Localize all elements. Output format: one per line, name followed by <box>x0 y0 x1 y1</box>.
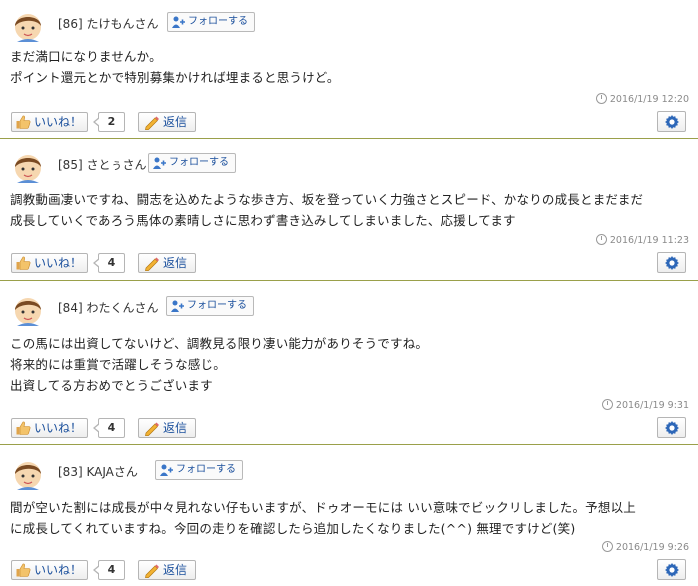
comment-line: 調教動画凄いですね、闘志を込めたような歩き方、坂を登っていく力強さとスピード、か… <box>10 192 644 207</box>
follow-label: フォローする <box>176 464 236 475</box>
settings-button[interactable] <box>657 417 686 438</box>
clock-icon <box>601 541 613 552</box>
reply-button[interactable]: 返信 <box>138 112 196 132</box>
pencil-icon <box>145 564 159 578</box>
comment-line: 出資してる方おめでとうございます <box>10 378 213 393</box>
comment-86: [86] たけもんさん フォローする まだ満口になりませんか。 ポイント還元とか… <box>0 9 698 137</box>
like-button[interactable]: いいね！ <box>11 112 88 132</box>
comment-timestamp: 2016/1/19 9:26 <box>601 541 689 553</box>
reply-button[interactable]: 返信 <box>138 253 196 273</box>
comment-number: [84] <box>58 301 83 315</box>
follow-user-icon <box>172 16 185 28</box>
comment-line: 成長していくであろう馬体の素晴しさに思わず書き込みしてしまいました、応援してます <box>10 213 516 228</box>
comment-timestamp: 2016/1/19 9:31 <box>601 399 689 411</box>
comment-line: ポイント還元とかで特別募集かければ埋まると思うけど。 <box>10 70 340 85</box>
reply-button[interactable]: 返信 <box>138 560 196 580</box>
like-button[interactable]: いいね！ <box>11 253 88 273</box>
like-count: 2 <box>93 112 125 132</box>
clock-icon <box>595 93 607 104</box>
clock-icon <box>601 399 613 410</box>
gear-icon <box>665 563 679 577</box>
reply-button[interactable]: 返信 <box>138 418 196 438</box>
thumbs-up-icon <box>16 563 31 577</box>
settings-button[interactable] <box>657 559 686 580</box>
author-name[interactable]: KAJAさん <box>86 465 137 479</box>
comment-timestamp: 2016/1/19 12:20 <box>595 93 689 105</box>
comment-author[interactable]: [86] たけもんさん <box>58 15 158 32</box>
author-name[interactable]: わたくんさん <box>86 301 158 315</box>
settings-button[interactable] <box>657 111 686 132</box>
follow-label: フォローする <box>188 16 248 27</box>
comment-84: [84] わたくんさん フォローする この馬には出資してないけど、調教見る限り凄… <box>0 293 698 443</box>
gear-icon <box>665 256 679 270</box>
comment-line: まだ満口になりませんか。 <box>10 49 162 64</box>
pencil-icon <box>145 257 159 271</box>
gear-icon <box>665 421 679 435</box>
like-button[interactable]: いいね！ <box>11 418 88 438</box>
comment-line: 間が空いた割には成長が中々見れない仔もいますが、ドゥオーモには いい意味でビック… <box>10 500 636 515</box>
avatar[interactable] <box>11 457 45 491</box>
comment-timestamp: 2016/1/19 11:23 <box>595 234 689 246</box>
avatar[interactable] <box>11 150 45 184</box>
comment-body: 調教動画凄いですね、闘志を込めたような歩き方、坂を登っていく力強さとスピード、か… <box>10 189 643 231</box>
comment-number: [83] <box>58 465 83 479</box>
comment-body: この馬には出資してないけど、調教見る限り凄い能力がありそうですね。 将来的には重… <box>10 333 428 396</box>
follow-button[interactable]: フォローする <box>167 12 255 32</box>
comment-line: 将来的には重賞で活躍しそうな感じ。 <box>10 357 226 372</box>
comment-author[interactable]: [83] KAJAさん <box>58 463 138 480</box>
like-count: 4 <box>93 253 125 273</box>
separator <box>0 280 698 281</box>
avatar[interactable] <box>11 9 45 43</box>
comment-body: まだ満口になりませんか。 ポイント還元とかで特別募集かければ埋まると思うけど。 <box>10 46 340 88</box>
follow-button[interactable]: フォローする <box>155 460 243 480</box>
like-count: 4 <box>93 560 125 580</box>
comment-number: [86] <box>58 17 83 31</box>
follow-label: フォローする <box>187 300 247 311</box>
thumbs-up-icon <box>16 421 31 435</box>
comment-number: [85] <box>58 158 83 172</box>
clock-icon <box>595 234 607 245</box>
pencil-icon <box>145 116 159 130</box>
author-name[interactable]: たけもんさん <box>86 17 158 31</box>
follow-user-icon <box>160 464 173 476</box>
separator <box>0 138 698 139</box>
pencil-icon <box>145 422 159 436</box>
comment-85: [85] さとぅさん フォローする 調教動画凄いですね、闘志を込めたような歩き方… <box>0 150 698 278</box>
like-button[interactable]: いいね！ <box>11 560 88 580</box>
like-count: 4 <box>93 418 125 438</box>
follow-label: フォローする <box>169 157 229 168</box>
follow-user-icon <box>171 300 184 312</box>
author-name[interactable]: さとぅさん <box>86 158 146 172</box>
comment-83: [83] KAJAさん フォローする 間が空いた割には成長が中々見れない仔もいま… <box>0 457 698 585</box>
follow-user-icon <box>153 157 166 169</box>
comment-line: に成長してくれていますね。今回の走りを確認したら追加したくなりました(^^) 無… <box>10 521 576 536</box>
separator <box>0 444 698 445</box>
thumbs-up-icon <box>16 115 31 129</box>
thumbs-up-icon <box>16 256 31 270</box>
avatar[interactable] <box>11 293 45 327</box>
comment-author[interactable]: [84] わたくんさん <box>58 299 158 316</box>
comment-author[interactable]: [85] さとぅさん <box>58 156 146 173</box>
comment-line: この馬には出資してないけど、調教見る限り凄い能力がありそうですね。 <box>10 336 429 351</box>
gear-icon <box>665 115 679 129</box>
follow-button[interactable]: フォローする <box>166 296 254 316</box>
follow-button[interactable]: フォローする <box>148 153 236 173</box>
comment-body: 間が空いた割には成長が中々見れない仔もいますが、ドゥオーモには いい意味でビック… <box>10 497 636 539</box>
settings-button[interactable] <box>657 252 686 273</box>
